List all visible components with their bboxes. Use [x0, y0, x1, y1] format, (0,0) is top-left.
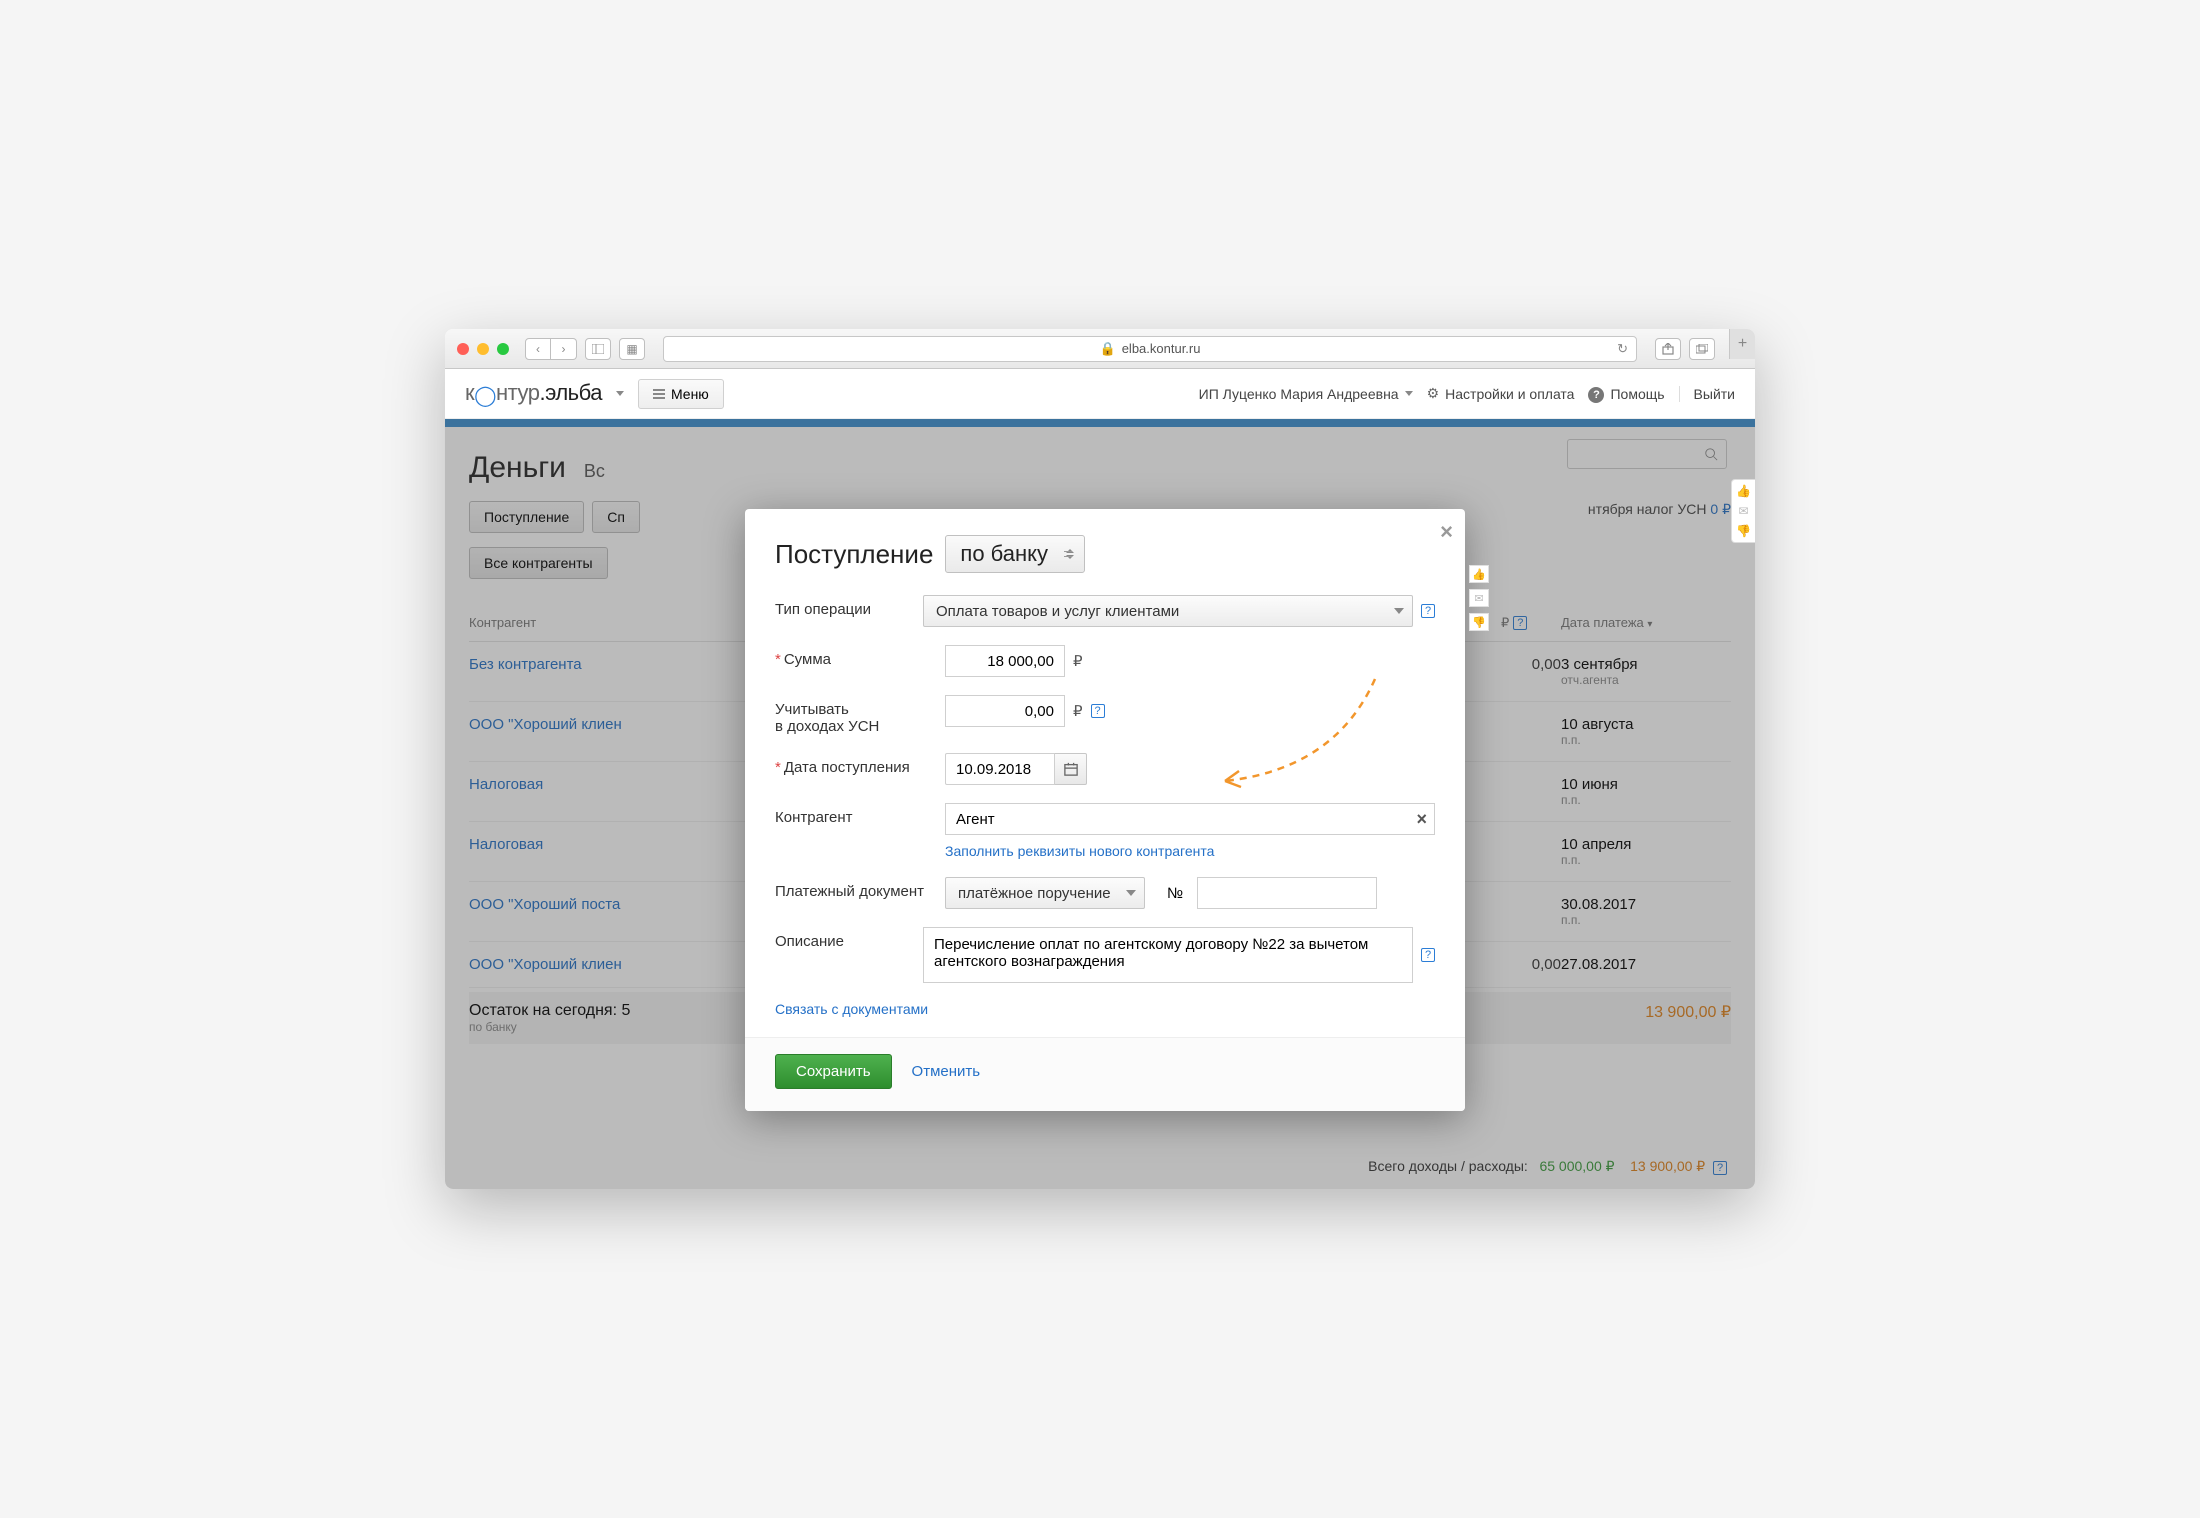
- settings-link[interactable]: Настройки и оплата: [1427, 385, 1575, 402]
- chevron-down-icon: [1394, 608, 1404, 614]
- browser-chrome: ‹ › ▦ 🔒 elba.kontur.ru ↻ +: [445, 329, 1755, 369]
- url-text: elba.kontur.ru: [1122, 341, 1201, 356]
- help-icon[interactable]: ?: [1421, 604, 1435, 618]
- menu-label: Меню: [671, 386, 709, 402]
- close-window-icon[interactable]: [457, 343, 469, 355]
- logo-text: нтур: [496, 380, 539, 405]
- sum-input[interactable]: [945, 645, 1065, 677]
- refresh-icon[interactable]: ↻: [1617, 341, 1628, 357]
- lock-icon: 🔒: [1100, 341, 1116, 357]
- bars-icon: [653, 389, 665, 399]
- close-button[interactable]: ×: [1440, 519, 1453, 545]
- chevron-down-icon[interactable]: [616, 391, 624, 396]
- operation-type-value: Оплата товаров и услуг клиентами: [936, 603, 1179, 620]
- logo: к◯нтур.эльба: [465, 380, 602, 408]
- help-icon[interactable]: ?: [1091, 704, 1105, 718]
- logout-link[interactable]: Выйти: [1679, 386, 1735, 402]
- doc-label: Платежный документ: [775, 877, 945, 900]
- feedback-tab[interactable]: 👍 ✉ 👎: [1731, 479, 1755, 543]
- doc-type-value: платёжное поручение: [958, 885, 1111, 902]
- chevron-down-icon: [1405, 391, 1413, 396]
- description-input[interactable]: [923, 927, 1413, 983]
- doc-no-input[interactable]: [1197, 877, 1377, 909]
- logo-text: к: [465, 380, 474, 405]
- settings-label: Настройки и оплата: [1445, 386, 1574, 402]
- clear-icon[interactable]: ×: [1416, 809, 1427, 830]
- cancel-button[interactable]: Отменить: [912, 1063, 981, 1080]
- help-icon: [1588, 385, 1604, 403]
- date-input[interactable]: [945, 753, 1055, 785]
- save-button[interactable]: Сохранить: [775, 1054, 892, 1089]
- cloud-icon: ◯: [474, 383, 496, 408]
- calendar-icon: [1064, 762, 1078, 776]
- thumbs-up-icon[interactable]: 👍: [1736, 484, 1751, 498]
- nav-buttons: ‹ ›: [525, 338, 577, 360]
- new-tab-button[interactable]: +: [1729, 329, 1755, 359]
- doc-no-label: №: [1167, 885, 1183, 902]
- usn-label: Учитывать в доходах УСН: [775, 695, 945, 735]
- sidebar-button[interactable]: [585, 338, 611, 360]
- user-name: ИП Луценко Мария Андреевна: [1199, 386, 1399, 402]
- app-topbar: к◯нтур.эльба Меню ИП Луценко Мария Андре…: [445, 369, 1755, 419]
- help-link[interactable]: Помощь: [1588, 385, 1664, 403]
- user-menu[interactable]: ИП Луценко Мария Андреевна: [1199, 386, 1413, 402]
- ruble-icon: ₽: [1073, 702, 1083, 720]
- menu-button[interactable]: Меню: [638, 379, 724, 409]
- operation-type-select[interactable]: Оплата товаров и услуг клиентами: [923, 595, 1413, 627]
- source-select-value: по банку: [960, 541, 1048, 566]
- minimize-window-icon[interactable]: [477, 343, 489, 355]
- agent-label: Контрагент: [775, 803, 945, 826]
- modal-title: Поступление: [775, 539, 933, 570]
- link-documents[interactable]: Связать с документами: [775, 1001, 928, 1017]
- ruble-icon: ₽: [1073, 652, 1083, 670]
- url-bar[interactable]: 🔒 elba.kontur.ru ↻: [663, 336, 1637, 362]
- desc-label: Описание: [775, 927, 923, 950]
- help-icon[interactable]: ?: [1421, 948, 1435, 962]
- date-label: Дата поступления: [784, 759, 910, 776]
- logout-label: Выйти: [1694, 386, 1735, 402]
- tabs-button[interactable]: [1689, 338, 1715, 360]
- usn-input[interactable]: [945, 695, 1065, 727]
- forward-button[interactable]: ›: [551, 338, 577, 360]
- thumbs-up-icon[interactable]: 👍: [1469, 565, 1489, 583]
- page-grid-button[interactable]: ▦: [619, 338, 645, 360]
- fill-requisites-link[interactable]: Заполнить реквизиты нового контрагента: [945, 843, 1214, 859]
- op-label: Тип операции: [775, 595, 923, 618]
- agent-input[interactable]: [945, 803, 1435, 835]
- income-modal: × Поступление по банку Тип операции Опла…: [745, 509, 1465, 1111]
- thumbs-down-icon[interactable]: 👎: [1469, 613, 1489, 631]
- share-button[interactable]: [1655, 338, 1681, 360]
- source-select[interactable]: по банку: [945, 535, 1085, 573]
- doc-type-select[interactable]: платёжное поручение: [945, 877, 1145, 909]
- traffic-lights: [457, 343, 509, 355]
- gear-icon: [1427, 385, 1440, 402]
- chevron-down-icon: [1126, 890, 1136, 896]
- modal-feedback: 👍 ✉ 👎: [1469, 565, 1489, 631]
- mail-icon[interactable]: ✉: [1469, 589, 1489, 607]
- mail-icon[interactable]: ✉: [1738, 504, 1748, 518]
- calendar-button[interactable]: [1055, 753, 1087, 785]
- maximize-window-icon[interactable]: [497, 343, 509, 355]
- thumbs-down-icon[interactable]: 👎: [1736, 524, 1751, 538]
- back-button[interactable]: ‹: [525, 338, 551, 360]
- sum-label: Сумма: [784, 651, 831, 668]
- help-label: Помощь: [1610, 386, 1664, 402]
- logo-text: .эльба: [539, 380, 601, 405]
